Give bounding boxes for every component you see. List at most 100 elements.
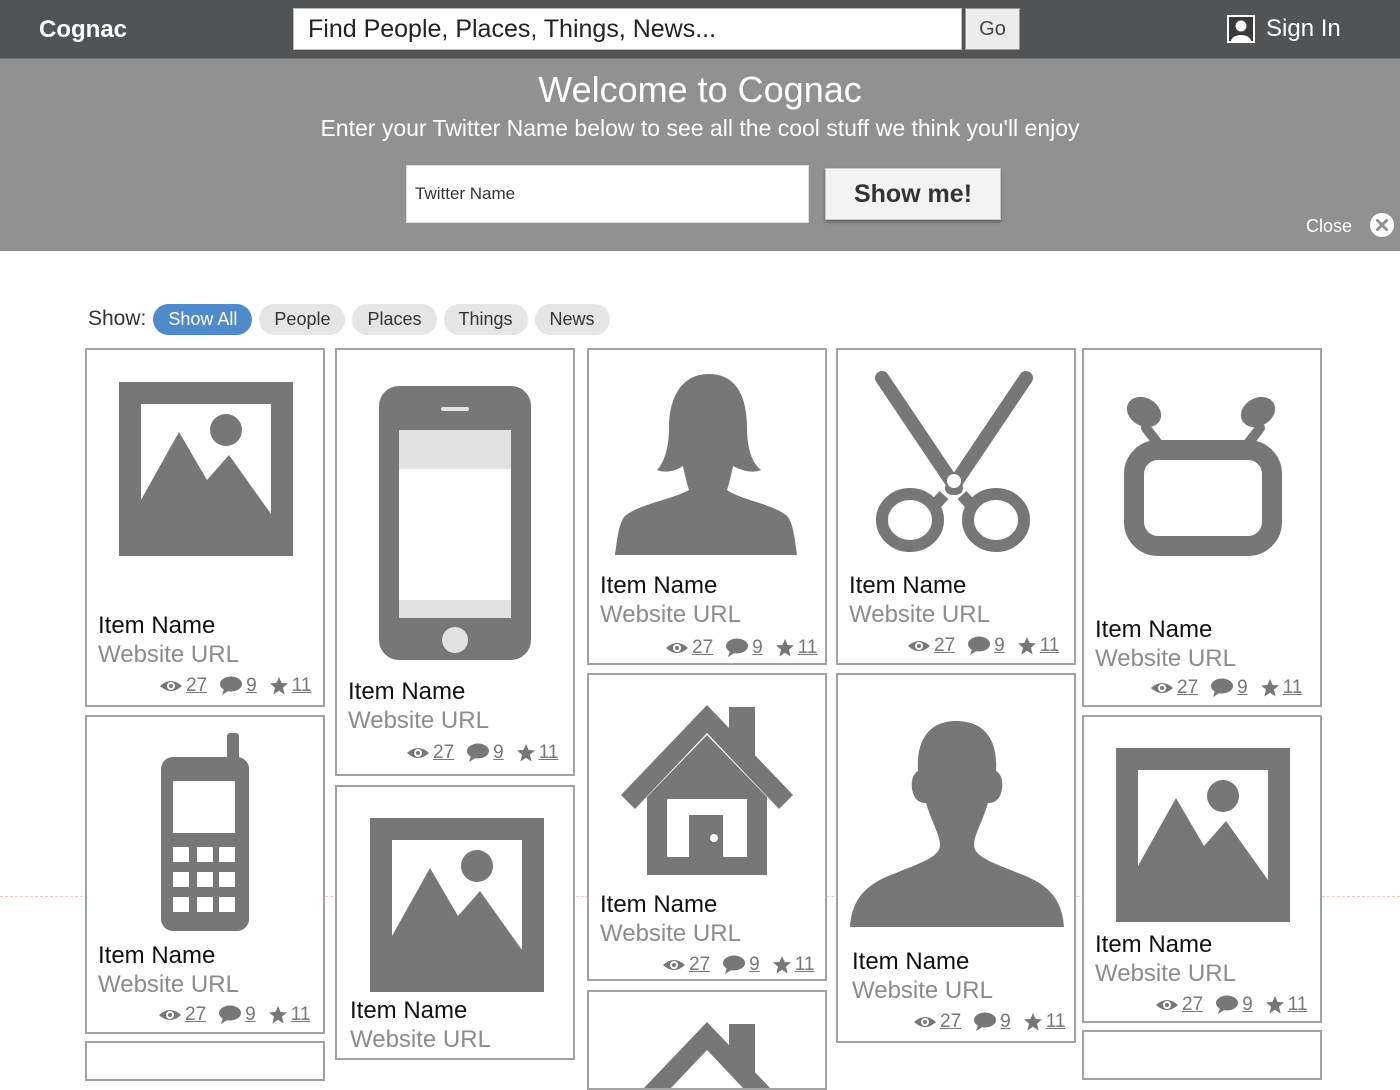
- item-card[interactable]: [85, 1041, 325, 1081]
- star-icon: [772, 956, 791, 974]
- cellphone-icon: [161, 733, 249, 931]
- top-bar: Cognac Go Sign In: [0, 0, 1400, 59]
- comment-count[interactable]: 9: [749, 954, 760, 976]
- filter-bar: Show: Show All People Places Things News: [88, 303, 617, 335]
- star-count[interactable]: 11: [1046, 1011, 1066, 1033]
- item-name[interactable]: Item Name: [600, 572, 717, 600]
- comment-icon: [1216, 995, 1239, 1014]
- house-icon: [643, 1022, 771, 1088]
- item-name[interactable]: Item Name: [348, 678, 465, 706]
- comment-count[interactable]: 9: [1237, 677, 1248, 699]
- item-stats: 27 9 11: [907, 634, 1059, 658]
- star-count[interactable]: 11: [1283, 677, 1303, 699]
- item-name[interactable]: Item Name: [350, 997, 467, 1025]
- view-count[interactable]: 27: [186, 675, 207, 697]
- item-name[interactable]: Item Name: [98, 942, 215, 970]
- item-card[interactable]: Item Name Website URL 27 9 11: [836, 348, 1076, 665]
- item-card[interactable]: [587, 990, 827, 1090]
- item-name[interactable]: Item Name: [600, 891, 717, 919]
- comment-count[interactable]: 9: [1242, 994, 1253, 1016]
- filter-people[interactable]: People: [259, 303, 346, 335]
- item-card[interactable]: Item Name Website URL 27 9 11: [587, 348, 827, 665]
- comment-icon: [467, 743, 490, 762]
- view-count[interactable]: 27: [692, 637, 713, 659]
- star-icon: [1023, 1013, 1042, 1031]
- item-stats: 27 9 11: [665, 636, 817, 660]
- comment-count[interactable]: 9: [246, 675, 257, 697]
- filter-label: Show:: [88, 307, 147, 330]
- item-url[interactable]: Website URL: [600, 601, 741, 629]
- item-stats: 27 9 11: [158, 1003, 310, 1027]
- search-input[interactable]: [293, 8, 962, 50]
- star-count[interactable]: 11: [291, 1004, 311, 1026]
- star-count[interactable]: 11: [539, 742, 559, 764]
- view-count[interactable]: 27: [940, 1011, 961, 1033]
- comment-count[interactable]: 9: [245, 1004, 256, 1026]
- item-url[interactable]: Website URL: [98, 971, 239, 999]
- item-url[interactable]: Website URL: [849, 601, 990, 629]
- comment-count[interactable]: 9: [493, 742, 504, 764]
- view-count[interactable]: 27: [185, 1004, 206, 1026]
- star-count[interactable]: 11: [292, 675, 312, 697]
- star-count[interactable]: 11: [795, 954, 815, 976]
- comment-icon: [968, 636, 991, 655]
- close-icon[interactable]: [1370, 213, 1394, 237]
- filter-things[interactable]: Things: [443, 303, 528, 335]
- comment-count[interactable]: 9: [1000, 1011, 1011, 1033]
- view-count[interactable]: 27: [689, 954, 710, 976]
- filter-places[interactable]: Places: [352, 303, 437, 335]
- item-name[interactable]: Item Name: [1095, 616, 1212, 644]
- comment-icon: [220, 676, 243, 695]
- view-count[interactable]: 27: [1177, 677, 1198, 699]
- item-card[interactable]: Item Name Website URL 27 9 11: [836, 673, 1076, 1043]
- view-count[interactable]: 27: [433, 742, 454, 764]
- item-card[interactable]: Item Name Website URL: [335, 785, 575, 1060]
- view-count[interactable]: 27: [934, 635, 955, 657]
- man-silhouette-icon: [850, 721, 1064, 927]
- eye-icon: [914, 1017, 936, 1027]
- user-icon: [1227, 15, 1255, 43]
- star-count[interactable]: 11: [1040, 635, 1060, 657]
- tv-icon: [1124, 396, 1282, 556]
- item-url[interactable]: Website URL: [1095, 645, 1236, 673]
- welcome-banner: Welcome to Cognac Enter your Twitter Nam…: [0, 59, 1400, 251]
- go-button[interactable]: Go: [965, 8, 1020, 50]
- house-icon: [621, 705, 793, 875]
- item-card[interactable]: Item Name Website URL 27 9 11: [85, 715, 325, 1034]
- smartphone-icon: [379, 386, 531, 660]
- close-link[interactable]: Close: [1306, 216, 1352, 237]
- filter-show-all[interactable]: Show All: [153, 303, 253, 335]
- sign-in-link[interactable]: Sign In: [1226, 14, 1341, 44]
- item-card[interactable]: Item Name Website URL 27 9 11: [1082, 348, 1322, 707]
- view-count[interactable]: 27: [1182, 994, 1203, 1016]
- star-count[interactable]: 11: [1288, 994, 1308, 1016]
- comment-icon: [726, 638, 749, 657]
- item-url[interactable]: Website URL: [600, 920, 741, 948]
- item-card[interactable]: Item Name Website URL 27 9 11: [1082, 715, 1322, 1023]
- brand-logo[interactable]: Cognac: [39, 16, 127, 44]
- item-card[interactable]: Item Name Website URL 27 9 11: [85, 348, 325, 707]
- star-icon: [516, 744, 535, 762]
- item-name[interactable]: Item Name: [852, 948, 969, 976]
- item-card[interactable]: [1082, 1030, 1322, 1080]
- filter-news[interactable]: News: [534, 303, 610, 335]
- item-url[interactable]: Website URL: [98, 641, 239, 669]
- item-name[interactable]: Item Name: [849, 572, 966, 600]
- banner-title: Welcome to Cognac: [538, 69, 862, 110]
- comment-icon: [974, 1012, 997, 1031]
- comment-count[interactable]: 9: [994, 635, 1005, 657]
- item-card[interactable]: Item Name Website URL 27 9 11: [335, 348, 575, 776]
- item-name[interactable]: Item Name: [98, 612, 215, 640]
- item-url[interactable]: Website URL: [852, 977, 993, 1005]
- item-name[interactable]: Item Name: [1095, 931, 1212, 959]
- item-stats: 27 9 11: [1150, 676, 1302, 700]
- twitter-name-input[interactable]: [406, 165, 809, 223]
- item-url[interactable]: Website URL: [1095, 960, 1236, 988]
- comment-count[interactable]: 9: [752, 637, 763, 659]
- banner-subtitle: Enter your Twitter Name below to see all…: [320, 115, 1080, 141]
- star-count[interactable]: 11: [798, 637, 818, 659]
- scissors-icon: [875, 371, 1033, 552]
- item-card[interactable]: Item Name Website URL 27 9 11: [587, 673, 827, 981]
- show-me-button[interactable]: Show me!: [825, 168, 1001, 220]
- item-url[interactable]: Website URL: [348, 707, 489, 735]
